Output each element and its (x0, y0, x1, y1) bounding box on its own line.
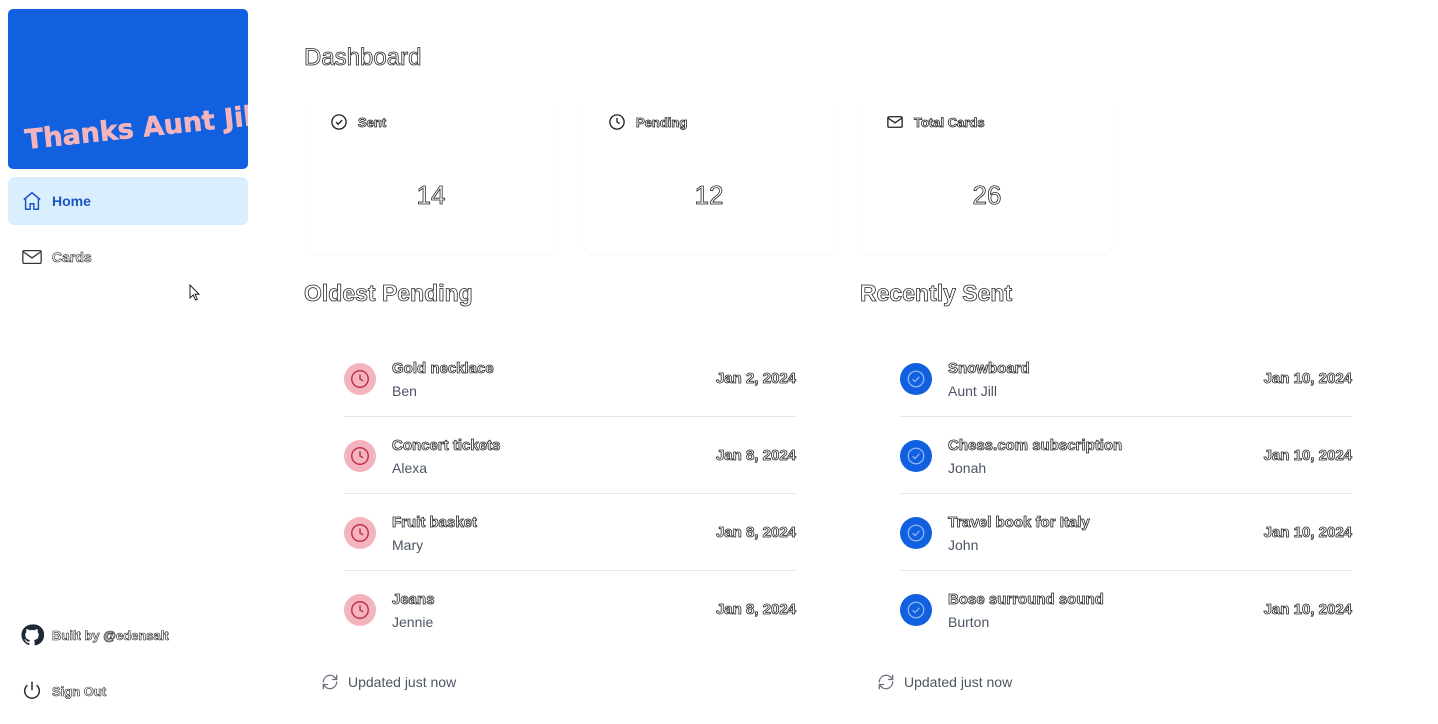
logo-banner: Thanks Aunt Jill (23, 100, 248, 156)
item-person: Ben (392, 383, 417, 399)
sidebar-item-cards[interactable]: Cards (8, 233, 248, 281)
item-person: Aunt Jill (948, 383, 998, 399)
clock-icon (344, 440, 376, 472)
stat-card-total: Total Cards 26 (862, 100, 1112, 254)
stat-card-sent: Sent 14 (306, 100, 556, 254)
item-person: Burton (948, 614, 990, 630)
recently-sent-updated: Updated just now (876, 672, 1012, 692)
check-badge-icon (900, 517, 932, 549)
check-badge-icon (900, 440, 932, 472)
built-by-link[interactable]: Built by @edensalt (8, 615, 248, 655)
sidebar-item-label: Cards (52, 249, 92, 266)
stat-header: Sent (330, 113, 387, 131)
stat-label: Sent (358, 114, 387, 130)
sidebar: Thanks Aunt Jill Home Cards Built by @ed… (0, 0, 256, 724)
recently-sent-title: Recently Sent (860, 280, 1013, 307)
item-person: John (948, 537, 979, 553)
list-item[interactable]: Concert tickets Alexa Jan 8, 2024 (344, 417, 796, 494)
page-title: Dashboard (304, 44, 422, 72)
list-item[interactable]: Travel book for Italy John Jan 10, 2024 (900, 494, 1352, 571)
stat-header: Pending (608, 113, 688, 131)
item-date: Jan 8, 2024 (715, 524, 797, 542)
check-badge-icon (900, 363, 932, 395)
oldest-pending-list: Gold necklace Ben Jan 2, 2024 Concert ti… (344, 340, 796, 648)
sidebar-item-home[interactable]: Home (8, 177, 248, 225)
mail-icon (20, 245, 44, 269)
stat-label: Total Cards (914, 114, 985, 130)
item-title: Concert tickets (392, 437, 501, 455)
list-item[interactable]: Fruit basket Mary Jan 8, 2024 (344, 494, 796, 571)
github-icon (20, 623, 44, 647)
refresh-icon (320, 672, 340, 692)
item-date: Jan 2, 2024 (715, 370, 797, 388)
item-title: Bose surround sound (948, 591, 1105, 609)
app-logo[interactable]: Thanks Aunt Jill (8, 9, 248, 169)
updated-text: Updated just now (904, 674, 1013, 690)
item-title: Chess.com subscription (948, 437, 1123, 455)
item-date: Jan 8, 2024 (715, 447, 797, 465)
check-circle-icon (330, 113, 348, 131)
list-item[interactable]: Snowboard Aunt Jill Jan 10, 2024 (900, 340, 1352, 417)
item-date: Jan 10, 2024 (1263, 524, 1352, 542)
item-title: Jeans (392, 591, 435, 609)
clock-icon (608, 113, 626, 131)
item-title: Travel book for Italy (948, 514, 1091, 532)
sidebar-item-label: Home (52, 193, 91, 209)
sign-out-button[interactable]: Sign Out (8, 671, 248, 711)
mail-icon (886, 113, 904, 131)
item-title: Fruit basket (392, 514, 478, 532)
home-icon (20, 189, 44, 213)
list-item[interactable]: Gold necklace Ben Jan 2, 2024 (344, 340, 796, 417)
item-person: Jonah (948, 460, 987, 476)
built-by-label: Built by @edensalt (52, 627, 169, 643)
logo-text: Thanks Aunt Jill (23, 100, 248, 156)
stat-value: 12 (694, 180, 724, 211)
updated-text: Updated just now (348, 674, 457, 690)
stat-value: 14 (416, 180, 446, 211)
oldest-pending-updated: Updated just now (320, 672, 456, 692)
sign-out-label: Sign Out (52, 683, 107, 699)
list-item[interactable]: Jeans Jennie Jan 8, 2024 (344, 571, 796, 648)
stat-value: 26 (972, 180, 1002, 211)
item-date: Jan 8, 2024 (715, 601, 797, 619)
oldest-pending-title: Oldest Pending (304, 280, 473, 307)
item-person: Mary (392, 537, 424, 553)
list-item[interactable]: Bose surround sound Burton Jan 10, 2024 (900, 571, 1352, 648)
item-date: Jan 10, 2024 (1263, 447, 1352, 465)
list-item[interactable]: Chess.com subscription Jonah Jan 10, 202… (900, 417, 1352, 494)
clock-icon (344, 363, 376, 395)
check-badge-icon (900, 594, 932, 626)
stat-card-pending: Pending 12 (584, 100, 834, 254)
item-person: Alexa (392, 460, 428, 476)
recently-sent-list: Snowboard Aunt Jill Jan 10, 2024 Chess.c… (900, 340, 1352, 648)
refresh-icon (876, 672, 896, 692)
mouse-cursor-icon (189, 283, 201, 307)
item-date: Jan 10, 2024 (1263, 601, 1352, 619)
item-title: Gold necklace (392, 360, 495, 378)
stat-header: Total Cards (886, 113, 985, 131)
clock-icon (344, 517, 376, 549)
item-person: Jennie (392, 614, 434, 630)
item-date: Jan 10, 2024 (1263, 370, 1352, 388)
item-title: Snowboard (948, 360, 1030, 378)
clock-icon (344, 594, 376, 626)
stat-label: Pending (636, 114, 688, 130)
power-icon (20, 679, 44, 703)
